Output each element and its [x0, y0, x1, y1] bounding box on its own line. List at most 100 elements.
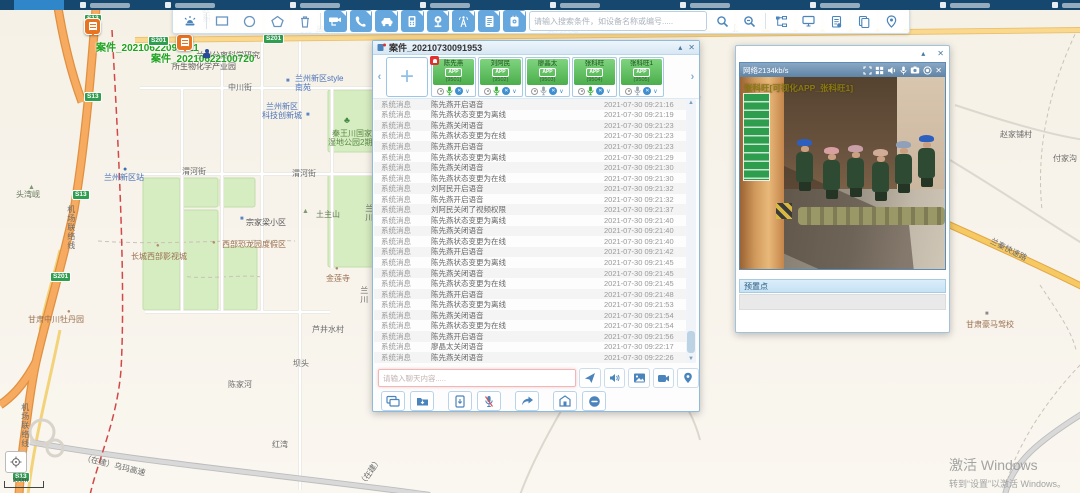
- message-row[interactable]: 系统消息陈先燕状态变更为离线2021-07-30 09:21:29: [374, 152, 692, 163]
- nav-item[interactable]: [1052, 2, 1080, 8]
- video-window-titlebar[interactable]: ▴ ✕: [736, 46, 949, 61]
- nav-item[interactable]: [165, 2, 215, 8]
- monitor-wall-button[interactable]: [797, 10, 822, 32]
- message-row[interactable]: 系统消息陈先燕状态变更为在线2021-07-30 09:21:40: [374, 236, 692, 247]
- video-stream[interactable]: 张科旺[可视化APP_张科旺1]: [740, 77, 945, 269]
- member-ptz-icon[interactable]: [578, 88, 585, 95]
- record-icon[interactable]: [923, 66, 932, 75]
- member-ptz-icon[interactable]: [625, 88, 632, 95]
- member-ptz-icon[interactable]: [531, 88, 538, 95]
- member-tile[interactable]: 廖晶太APP(9503): [527, 59, 568, 85]
- vehicle-button[interactable]: [375, 10, 398, 32]
- webcam-button[interactable]: [427, 10, 450, 32]
- message-row[interactable]: 系统消息陈先燕状态变更为离线2021-07-30 09:21:53: [374, 299, 692, 310]
- message-row[interactable]: 系统消息刘阿民关闭了视频权限2021-07-30 09:21:37: [374, 204, 692, 215]
- base-station-button[interactable]: [452, 10, 475, 32]
- delete-button[interactable]: [292, 10, 317, 32]
- preset-point-header[interactable]: 预置点: [739, 279, 946, 293]
- scroll-down-icon[interactable]: ▼: [686, 356, 696, 362]
- message-row[interactable]: 系统消息陈先燕关闭语音2021-07-30 09:21:45: [374, 268, 692, 279]
- intercom-device-button[interactable]: [401, 10, 424, 32]
- message-row[interactable]: 系统消息陈先燕开启语音2021-07-30 09:21:48: [374, 289, 692, 300]
- draw-rectangle-button[interactable]: [210, 10, 235, 32]
- message-row[interactable]: 系统消息陈先燕开启语音2021-07-30 09:21:32: [374, 194, 692, 205]
- member-more-icon[interactable]: ∨: [653, 88, 657, 95]
- alarm-light-icon[interactable]: [178, 10, 203, 32]
- scroll-thumb[interactable]: [687, 331, 695, 353]
- nav-item[interactable]: [810, 2, 860, 8]
- device-pull-button[interactable]: [448, 391, 472, 411]
- draw-circle-button[interactable]: [237, 10, 262, 32]
- member-more-icon[interactable]: ∨: [465, 88, 469, 95]
- device-tree-button[interactable]: [769, 10, 794, 32]
- mute-all-button[interactable]: [477, 391, 501, 411]
- member-tile[interactable]: 陈先燕APP(9501): [433, 59, 474, 85]
- case-close-button[interactable]: ✕: [688, 44, 695, 52]
- split-screen-icon[interactable]: [875, 66, 884, 75]
- message-row[interactable]: 系统消息陈先燕关闭语音2021-07-30 09:21:54: [374, 310, 692, 321]
- message-row[interactable]: 系统消息陈先燕开启语音2021-07-30 09:21:23: [374, 141, 692, 152]
- member-ptz-icon[interactable]: [484, 88, 491, 95]
- message-row[interactable]: 系统消息陈先燕状态变更为离线2021-07-30 09:21:19: [374, 110, 692, 121]
- member-tile[interactable]: 刘阿民APP(9502): [480, 59, 521, 85]
- nav-item[interactable]: [680, 2, 730, 8]
- message-row[interactable]: 系统消息陈先燕开启语音2021-07-30 09:21:16: [374, 99, 692, 110]
- member-hangup-icon[interactable]: ✕: [643, 87, 651, 95]
- nav-item[interactable]: [550, 2, 600, 8]
- message-row[interactable]: 系统消息陈先燕关闭语音2021-07-30 09:21:23: [374, 120, 692, 131]
- cards-prev-button[interactable]: ‹: [373, 71, 386, 83]
- member-mic-icon[interactable]: [493, 86, 500, 96]
- end-session-button[interactable]: [582, 391, 606, 411]
- member-card[interactable]: 陈先燕APP(9501)✕∨: [431, 57, 476, 97]
- device-search-input[interactable]: [529, 11, 707, 31]
- snapshot-icon[interactable]: [910, 66, 920, 74]
- voice-broadcast-button[interactable]: [604, 368, 626, 388]
- video-collapse-button[interactable]: ▴: [921, 50, 925, 58]
- message-row[interactable]: 系统消息陈先燕开启语音2021-07-30 09:21:42: [374, 247, 692, 258]
- message-scrollbar[interactable]: ▲ ▼: [686, 99, 696, 363]
- member-mic-icon[interactable]: [540, 86, 547, 96]
- nav-item[interactable]: [80, 2, 130, 8]
- message-row[interactable]: 系统消息陈先燕开启语音2021-07-30 09:21:56: [374, 331, 692, 342]
- meeting-room-button[interactable]: [553, 391, 577, 411]
- member-card[interactable]: 张科旺1APP(9505)✕∨: [619, 57, 664, 97]
- task-list-button[interactable]: [824, 10, 849, 32]
- message-row[interactable]: 系统消息陈先燕状态变更为在线2021-07-30 09:21:30: [374, 173, 692, 184]
- member-hangup-icon[interactable]: ✕: [549, 87, 557, 95]
- message-row[interactable]: 系统消息陈先燕状态变更为在线2021-07-30 09:21:45: [374, 278, 692, 289]
- member-mic-icon[interactable]: [634, 86, 641, 96]
- send-image-button[interactable]: [628, 368, 650, 388]
- forward-case-button[interactable]: [515, 391, 539, 411]
- member-hangup-icon[interactable]: ✕: [502, 87, 510, 95]
- scroll-up-icon[interactable]: ▲: [686, 100, 696, 106]
- message-row[interactable]: 系统消息廖晶太关闭语音2021-07-30 09:22:17: [374, 342, 692, 353]
- member-hangup-icon[interactable]: ✕: [596, 87, 604, 95]
- talk-icon[interactable]: [900, 66, 907, 75]
- message-row[interactable]: 系统消息陈先燕状态变更为在线2021-07-30 09:21:54: [374, 320, 692, 331]
- message-row[interactable]: 系统消息陈先燕状态变更为在线2021-07-30 09:21:23: [374, 131, 692, 142]
- nav-item[interactable]: [420, 2, 470, 8]
- member-tile[interactable]: 张科旺APP(9504): [574, 59, 615, 85]
- message-list[interactable]: 系统消息陈先燕开启语音2021-07-30 09:21:16系统消息陈先燕状态变…: [374, 99, 692, 363]
- message-row[interactable]: 系统消息陈先燕关闭语音2021-07-30 09:21:30: [374, 162, 692, 173]
- video-close-button[interactable]: ✕: [937, 50, 944, 58]
- member-ptz-icon[interactable]: [437, 88, 444, 95]
- nav-item[interactable]: [290, 2, 340, 8]
- map-locate-button[interactable]: [5, 451, 27, 473]
- member-more-icon[interactable]: ∨: [559, 88, 563, 95]
- member-card[interactable]: 刘阿民APP(9502) ✕∨: [478, 57, 523, 97]
- send-message-button[interactable]: [579, 368, 601, 388]
- nav-item[interactable]: [940, 2, 990, 8]
- record-doc-button[interactable]: [478, 10, 501, 32]
- member-mic-icon[interactable]: [587, 86, 594, 96]
- nav-active-item[interactable]: [14, 0, 64, 10]
- member-more-icon[interactable]: ∨: [606, 88, 610, 95]
- body-camera-button[interactable]: [503, 10, 526, 32]
- case-marker-pin[interactable]: [176, 34, 193, 51]
- member-more-icon[interactable]: ∨: [512, 88, 516, 95]
- search-button[interactable]: [710, 10, 735, 32]
- video-call-button[interactable]: [653, 368, 675, 388]
- member-card[interactable]: 廖晶太APP(9503) ✕∨: [525, 57, 570, 97]
- case-marker-pin[interactable]: [84, 18, 101, 35]
- message-row[interactable]: 系统消息陈先燕状态变更为离线2021-07-30 09:21:45: [374, 257, 692, 268]
